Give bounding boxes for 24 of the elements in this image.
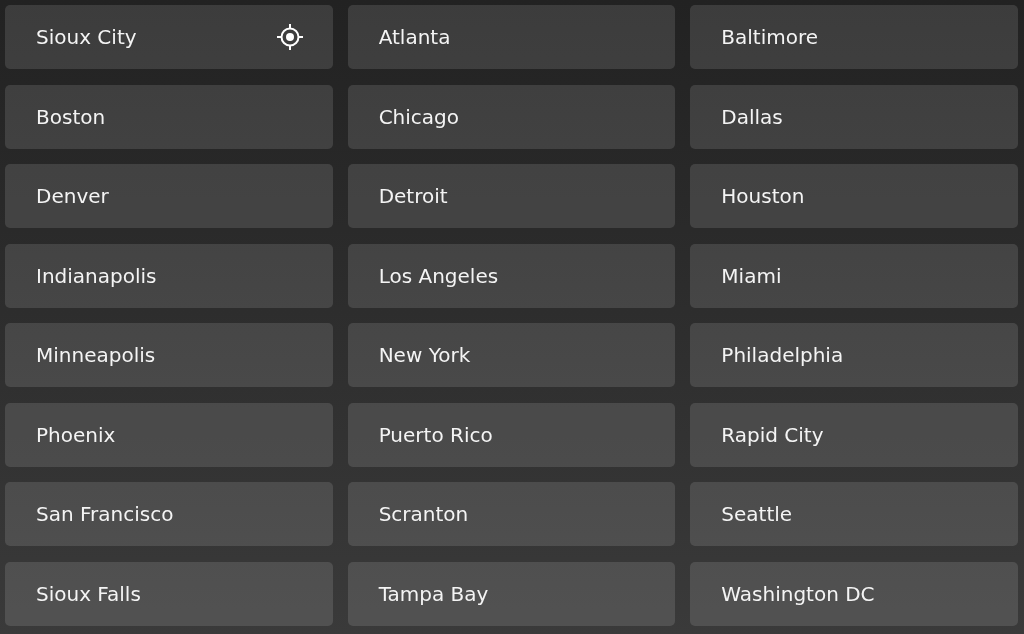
city-button[interactable]: Boston xyxy=(5,84,333,149)
city-button[interactable]: Dallas xyxy=(690,84,1018,149)
city-button[interactable]: Baltimore xyxy=(690,5,1018,69)
city-button[interactable]: Minneapolis xyxy=(5,323,333,387)
city-button[interactable]: Sioux Falls xyxy=(5,561,333,626)
city-button[interactable]: Houston xyxy=(690,164,1018,228)
city-button[interactable]: Seattle xyxy=(690,482,1018,546)
city-button[interactable]: Rapid City xyxy=(690,402,1018,467)
city-button[interactable]: Miami xyxy=(690,243,1018,308)
city-button[interactable]: Scranton xyxy=(347,482,676,546)
city-button[interactable]: New York xyxy=(347,323,676,387)
city-button[interactable]: Indianapolis xyxy=(5,243,333,308)
city-button[interactable]: Washington DC xyxy=(690,561,1018,626)
city-button[interactable]: Phoenix xyxy=(5,402,333,467)
city-button[interactable]: Los Angeles xyxy=(347,243,676,308)
city-button[interactable]: Chicago xyxy=(347,84,676,149)
city-button[interactable]: Sioux City xyxy=(5,5,333,69)
city-button[interactable]: Denver xyxy=(5,164,333,228)
city-button[interactable]: Philadelphia xyxy=(690,323,1018,387)
city-button[interactable]: Detroit xyxy=(347,164,676,228)
city-button[interactable]: Tampa Bay xyxy=(347,561,676,626)
city-button[interactable]: Puerto Rico xyxy=(347,402,676,467)
city-button[interactable]: San Francisco xyxy=(5,482,333,546)
city-button[interactable]: Atlanta xyxy=(347,5,676,69)
